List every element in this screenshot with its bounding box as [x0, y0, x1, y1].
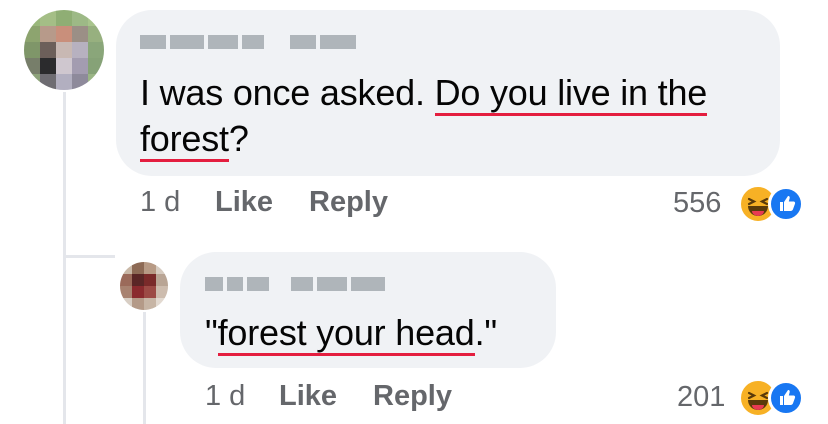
reply-timestamp[interactable]: 1 d: [205, 380, 245, 413]
replier-name-redacted[interactable]: [205, 277, 385, 291]
thread-branch: [63, 255, 115, 258]
reply-text: "forest your head.": [205, 310, 497, 356]
commenter-name-redacted[interactable]: [140, 35, 356, 49]
like-button[interactable]: Like: [215, 186, 273, 219]
thread-line: [63, 92, 66, 424]
like-icon[interactable]: [768, 380, 804, 416]
commenter-avatar[interactable]: [24, 10, 104, 90]
comment-timestamp[interactable]: 1 d: [140, 186, 180, 219]
comment-text: I was once asked. Do you live in the: [140, 70, 707, 116]
reply-underlined-phrase: forest your head: [217, 312, 475, 356]
replier-avatar[interactable]: [120, 262, 168, 310]
underlined-word: forest: [140, 118, 229, 162]
reply-reply-button[interactable]: Reply: [373, 380, 452, 413]
comment-text-line2: forest?: [140, 116, 249, 162]
reply-like-button[interactable]: Like: [279, 380, 337, 413]
reply-button[interactable]: Reply: [309, 186, 388, 219]
reaction-count[interactable]: 556: [673, 187, 721, 220]
reply-reaction-count[interactable]: 201: [677, 381, 725, 414]
underlined-phrase: Do you live in the: [434, 72, 707, 116]
like-icon[interactable]: [768, 186, 804, 222]
reply-thread-line: [143, 312, 146, 424]
